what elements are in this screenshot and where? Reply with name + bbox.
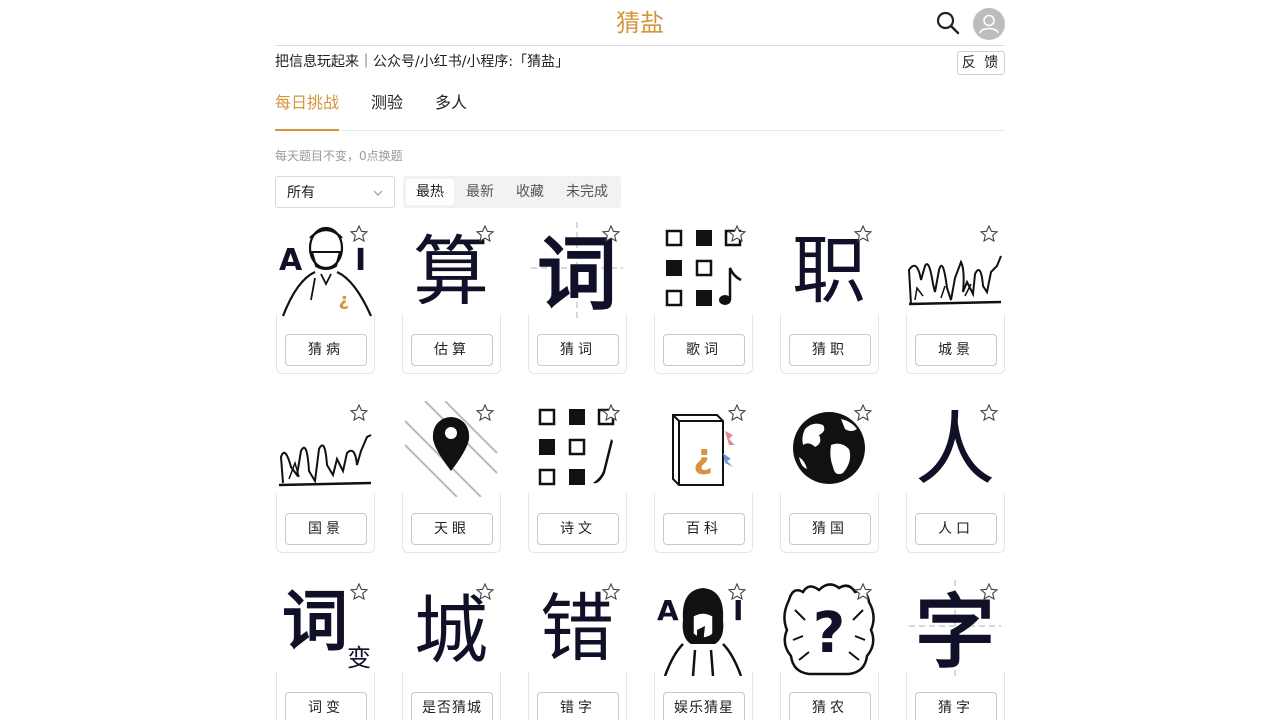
game-card: 词 变 词变 [275,580,375,720]
favorite-star-icon[interactable] [979,224,999,244]
favorite-star-icon[interactable] [853,582,873,602]
tab-daily-challenge[interactable]: 每日挑战 [275,90,339,131]
favorite-star-icon[interactable] [601,224,621,244]
favorite-star-icon[interactable] [979,582,999,602]
page-container: 猜盐 把信息玩起来｜公众号/小红书/小程序:「猜盐」 反 馈 每日挑战 测验 多… [275,0,1005,720]
svg-text:?: ? [693,440,713,480]
sort-hottest[interactable]: 最热 [406,179,454,205]
game-card: 诗文 [527,401,627,561]
game-card: 国景 [275,401,375,561]
tagline: 把信息玩起来｜公众号/小红书/小程序:「猜盐」 [275,54,570,70]
category-select[interactable]: 所有 [275,176,395,208]
game-button[interactable]: 诗文 [537,513,619,545]
favorite-star-icon[interactable] [475,582,495,602]
game-button[interactable]: 猜词 [537,334,619,366]
favorite-star-icon[interactable] [853,403,873,423]
game-card: A I ? 猜病 [275,222,375,382]
game-button[interactable]: 是否猜城 [411,692,493,720]
game-card: 词 猜词 [527,222,627,382]
game-button[interactable]: 国景 [285,513,367,545]
user-icon [979,14,999,34]
game-button[interactable]: 猜职 [789,334,871,366]
favorite-star-icon[interactable] [727,403,747,423]
game-card: 职 猜职 [779,222,879,382]
category-select-value: 所有 [287,185,315,201]
game-card: 人 人口 [905,401,1005,561]
game-card: ? 百科 [653,401,753,561]
game-button[interactable]: 词变 [285,692,367,720]
game-button[interactable]: 城景 [915,334,997,366]
game-card: 算 估算 [401,222,501,382]
game-button[interactable]: 百科 [663,513,745,545]
game-button[interactable]: 猜农 [789,692,871,720]
favorite-star-icon[interactable] [475,224,495,244]
favorite-star-icon[interactable] [601,582,621,602]
game-button[interactable]: 猜字 [915,692,997,720]
ai-mark-i: I [355,243,366,278]
game-button[interactable]: 猜病 [285,334,367,366]
sort-unfinished[interactable]: 未完成 [556,179,618,205]
game-card: 字 猜字 [905,580,1005,720]
game-card: 天眼 [401,401,501,561]
game-card: ? 猜农 [779,580,879,720]
sort-newest[interactable]: 最新 [456,179,504,205]
game-button[interactable]: 错字 [537,692,619,720]
svg-text:?: ? [339,291,349,312]
tab-bar: 每日挑战 测验 多人 [275,90,1005,131]
sort-segmented-control: 最热 最新 收藏 未完成 [403,176,621,208]
favorite-star-icon[interactable] [349,403,369,423]
art-character-small: 变 [347,644,371,672]
art-character: 词 [282,583,348,660]
ai-mark-a: A [657,594,679,627]
avatar[interactable] [973,8,1005,40]
game-button[interactable]: 歌词 [663,334,745,366]
favorite-star-icon[interactable] [853,224,873,244]
tab-multiplayer[interactable]: 多人 [435,90,467,131]
daily-hint: 每天题目不变，0点换题 [275,149,403,163]
ai-mark-a: A [279,243,303,278]
favorite-star-icon[interactable] [979,403,999,423]
favorite-star-icon[interactable] [349,582,369,602]
favorite-star-icon[interactable] [601,403,621,423]
game-button[interactable]: 估算 [411,334,493,366]
game-button[interactable]: 天眼 [411,513,493,545]
game-card: 猜国 [779,401,879,561]
question-mark: ? [813,601,845,666]
favorite-star-icon[interactable] [727,224,747,244]
brand-title[interactable]: 猜盐 [275,8,1005,38]
tab-quiz[interactable]: 测验 [371,90,403,131]
game-button[interactable]: 猜国 [789,513,871,545]
game-button[interactable]: 人口 [915,513,997,545]
game-card: 城 是否猜城 [401,580,501,720]
sort-favorites[interactable]: 收藏 [506,179,554,205]
feedback-button[interactable]: 反 馈 [957,51,1005,75]
favorite-star-icon[interactable] [727,582,747,602]
top-bar: 猜盐 [275,0,1005,46]
chevron-down-icon [373,190,383,196]
favorite-star-icon[interactable] [349,224,369,244]
game-button[interactable]: 娱乐猜星 [663,692,745,720]
game-card: A I 娱乐猜星 [653,580,753,720]
game-card: 歌词 [653,222,753,382]
favorite-star-icon[interactable] [475,403,495,423]
game-card: 城景 [905,222,1005,382]
search-icon[interactable] [935,10,961,36]
game-card: 错 错字 [527,580,627,720]
